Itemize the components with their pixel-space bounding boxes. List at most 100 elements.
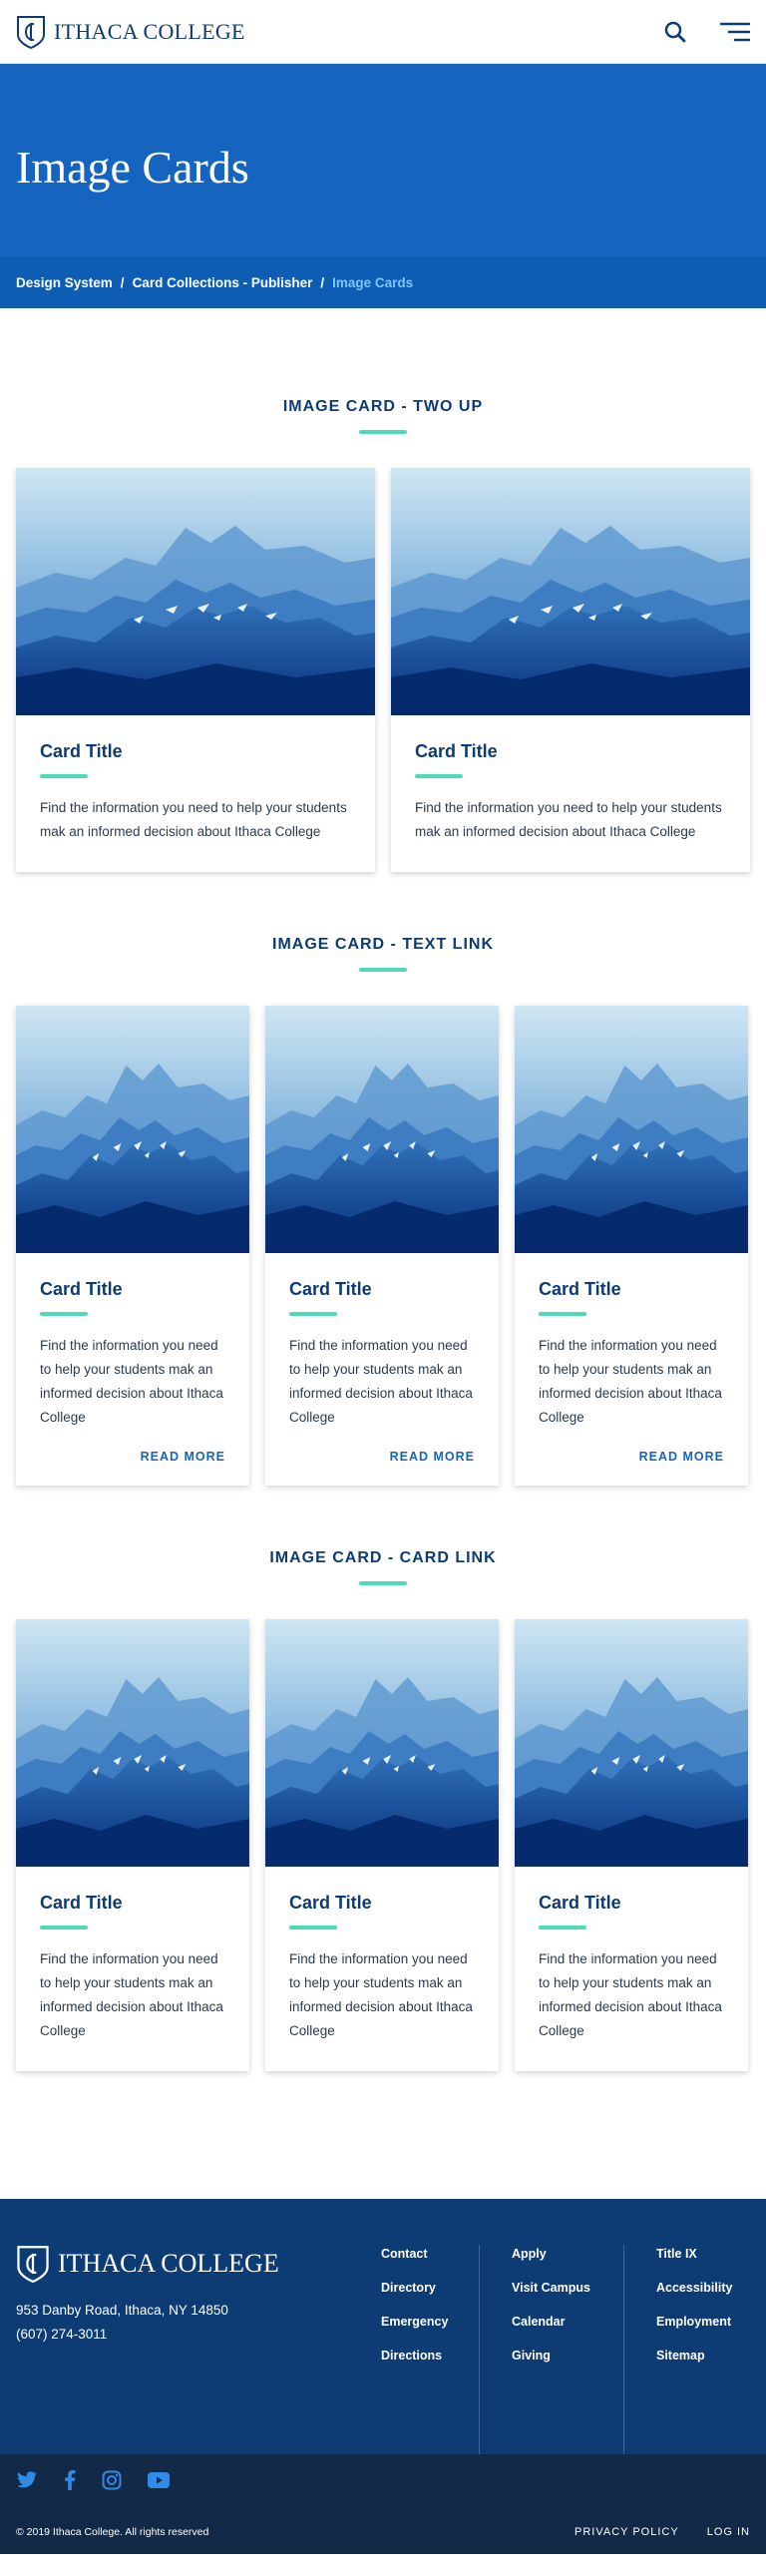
image-card: Card Title Find the information you need… [16, 1006, 249, 1486]
privacy-policy-link[interactable]: PRIVACY POLICY [574, 2526, 679, 2538]
footer-link-directions[interactable]: Directions [381, 2347, 463, 2364]
image-card: Card Title Find the information you need… [16, 468, 375, 872]
search-button[interactable] [664, 21, 686, 43]
mountain-image [16, 1006, 249, 1253]
hero-banner: Image Cards [0, 64, 766, 256]
section-title-accent [359, 968, 407, 972]
card-title: Card Title [415, 741, 498, 761]
image-card-link[interactable]: Card Title Find the information you need… [265, 1619, 499, 2071]
card-title: Card Title [289, 1279, 372, 1299]
social-links [16, 2454, 750, 2495]
logo[interactable]: ITHACA COLLEGE [16, 15, 245, 49]
image-card-link[interactable]: Card Title Find the information you need… [16, 1619, 249, 2071]
card-title: Card Title [40, 741, 123, 761]
breadcrumb-separator: / [120, 274, 125, 290]
card-title-accent [289, 1926, 337, 1930]
phone-number: (607) 274-3011 [16, 2327, 108, 2342]
card-text: Find the information you need to help yo… [40, 1338, 223, 1425]
card-row: Card Title Find the information you need… [0, 468, 766, 872]
site-footer: ITHACA COLLEGE 953 Danby Road, Ithaca, N… [0, 2199, 766, 2554]
read-more-link[interactable]: READ MORE [539, 1450, 724, 1464]
breadcrumb-separator: / [320, 274, 325, 290]
footer-link-column: Apply Visit Campus Calendar Giving [480, 2245, 624, 2454]
footer-link-accessibility[interactable]: Accessibility [656, 2279, 732, 2297]
twitter-link[interactable] [16, 2471, 38, 2494]
mountain-image [265, 1619, 499, 1867]
image-card: Card Title Find the information you need… [515, 1006, 748, 1486]
mountain-image [16, 1619, 249, 1867]
footer-link-column: Contact Directory Emergency Directions [365, 2245, 480, 2454]
instagram-icon [102, 2470, 122, 2490]
brand-name: ITHACA COLLEGE [54, 18, 245, 44]
footer-link-employment[interactable]: Employment [656, 2313, 731, 2331]
card-title-accent [539, 1926, 586, 1930]
ithaca-shield-icon [17, 2246, 49, 2283]
footer-link-emergency[interactable]: Emergency [381, 2313, 463, 2331]
youtube-link[interactable] [148, 2472, 170, 2493]
footer-brand-name: ITHACA COLLEGE [58, 2249, 279, 2278]
image-card: Card Title Find the information you need… [265, 1006, 499, 1486]
footer-link-directory[interactable]: Directory [381, 2279, 463, 2297]
section-card-link: IMAGE CARD - CARD LINK Card Title Find t… [0, 1486, 766, 2071]
footer-link-column: Title IX Accessibility Employment Sitema… [624, 2245, 744, 2454]
footer-link-visit-campus[interactable]: Visit Campus [512, 2279, 607, 2297]
footer-logo[interactable]: ITHACA COLLEGE [16, 2245, 365, 2283]
footer-link-contact[interactable]: Contact [381, 2245, 463, 2263]
card-title: Card Title [539, 1893, 621, 1913]
read-more-link[interactable]: READ MORE [289, 1450, 475, 1464]
footer-contact-info: ITHACA COLLEGE 953 Danby Road, Ithaca, N… [16, 2245, 365, 2454]
footer-link-sitemap[interactable]: Sitemap [656, 2347, 728, 2364]
footer-link-apply[interactable]: Apply [512, 2245, 607, 2263]
card-text: Find the information you need to help yo… [289, 1951, 473, 2038]
card-row: Card Title Find the information you need… [0, 1619, 766, 2071]
footer-address: 953 Danby Road, Ithaca, NY 14850 (607) 2… [16, 2299, 365, 2347]
section-title: IMAGE CARD - CARD LINK [269, 1549, 497, 1566]
twitter-icon [17, 2471, 37, 2488]
legal-links: PRIVACY POLICY LOG IN [574, 2526, 750, 2538]
facebook-icon [65, 2470, 76, 2490]
ithaca-shield-icon [17, 15, 45, 49]
card-title: Card Title [289, 1893, 372, 1913]
hamburger-menu-icon [720, 22, 750, 41]
facebook-link[interactable] [64, 2470, 76, 2495]
card-title: Card Title [40, 1893, 123, 1913]
read-more-link[interactable]: READ MORE [40, 1450, 225, 1464]
card-text: Find the information you need to help yo… [289, 1338, 473, 1425]
image-card-link[interactable]: Card Title Find the information you need… [515, 1619, 748, 2071]
section-title-accent [359, 1581, 407, 1585]
mountain-image [515, 1619, 748, 1867]
menu-button[interactable] [720, 21, 750, 43]
card-title-accent [539, 1312, 586, 1316]
site-header: ITHACA COLLEGE [0, 0, 766, 64]
card-text: Find the information you need to help yo… [539, 1338, 722, 1425]
card-title: Card Title [539, 1279, 621, 1299]
header-actions [664, 21, 750, 43]
card-title: Card Title [40, 1279, 123, 1299]
section-text-link: IMAGE CARD - TEXT LINK Card Title Find t… [0, 872, 766, 1486]
mountain-image [391, 468, 750, 715]
mountain-image [515, 1006, 748, 1253]
breadcrumb-item-design-system[interactable]: Design System [16, 275, 113, 290]
image-card: Card Title Find the information you need… [391, 468, 750, 872]
footer-main: ITHACA COLLEGE 953 Danby Road, Ithaca, N… [0, 2199, 766, 2454]
copyright: © 2019 Ithaca College. All rights reserv… [16, 2526, 209, 2538]
mountain-image [16, 468, 375, 715]
footer-link-calendar[interactable]: Calendar [512, 2313, 607, 2331]
footer-link-title-ix[interactable]: Title IX [656, 2245, 728, 2263]
card-text: Find the information you need to help yo… [415, 800, 722, 839]
breadcrumb: Design System / Card Collections - Publi… [0, 256, 766, 308]
breadcrumb-item-card-collections[interactable]: Card Collections - Publisher [133, 275, 313, 290]
card-title-accent [415, 774, 463, 778]
footer-bottom: © 2019 Ithaca College. All rights reserv… [0, 2454, 766, 2554]
card-title-accent [289, 1312, 337, 1316]
card-title-accent [40, 1926, 88, 1930]
footer-links: Contact Directory Emergency Directions A… [365, 2245, 744, 2454]
card-title-accent [40, 774, 88, 778]
footer-link-giving[interactable]: Giving [512, 2347, 607, 2364]
youtube-icon [148, 2472, 170, 2488]
login-link[interactable]: LOG IN [707, 2526, 750, 2538]
card-title-accent [40, 1312, 88, 1316]
instagram-link[interactable] [102, 2470, 122, 2495]
section-title: IMAGE CARD - TWO UP [282, 398, 484, 415]
